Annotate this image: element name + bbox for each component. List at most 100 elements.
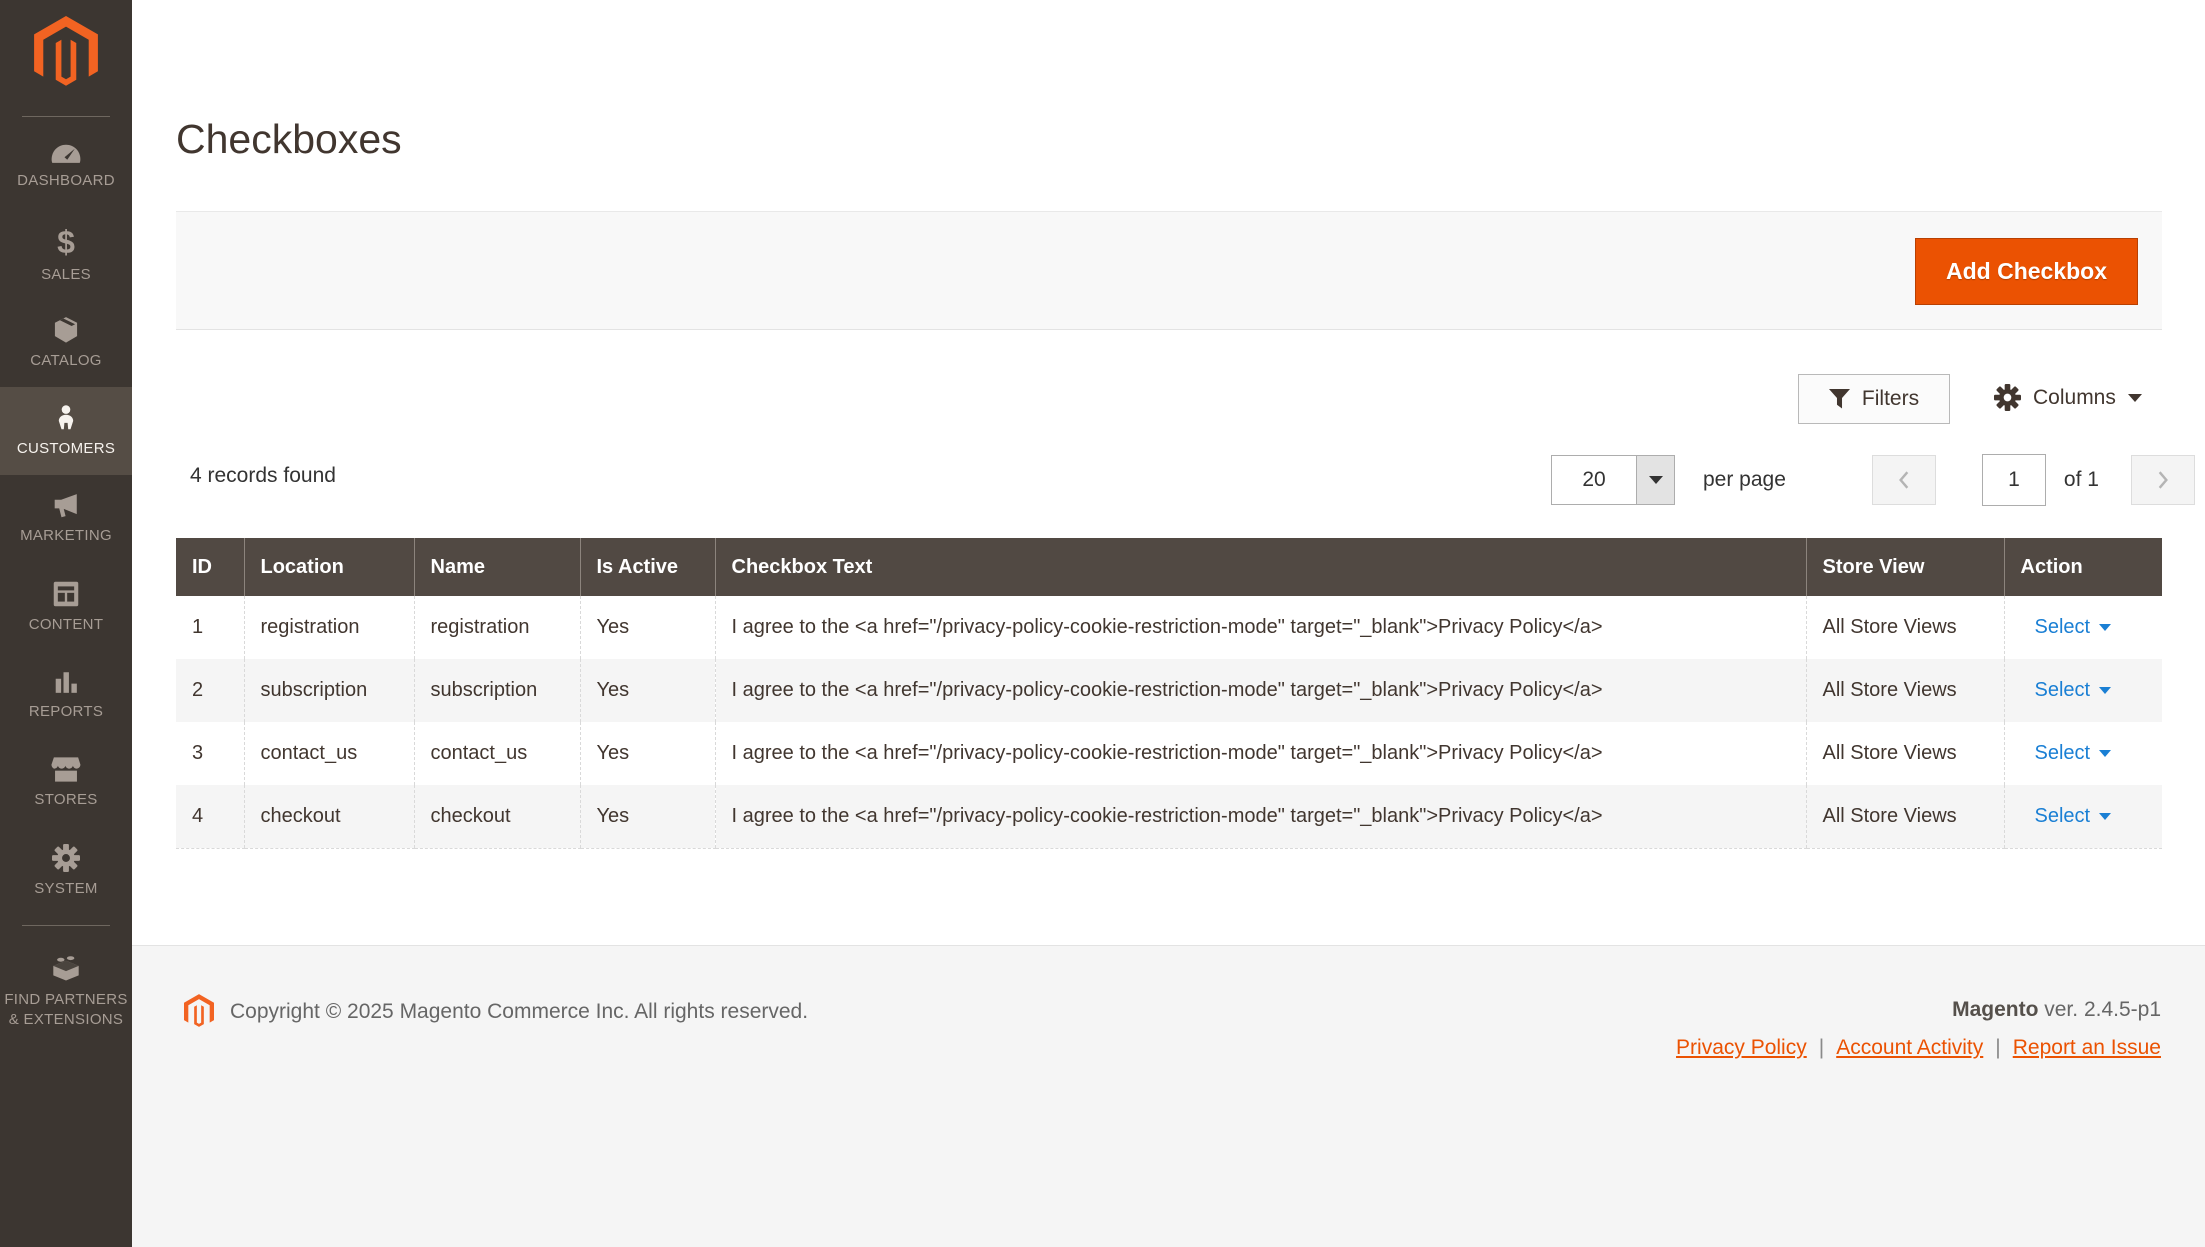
column-header-action[interactable]: Action (2004, 538, 2162, 596)
columns-control-label: Columns (2033, 386, 2116, 410)
row-select-action[interactable]: Select (2021, 679, 2112, 702)
select-action-label: Select (2035, 616, 2091, 639)
cell-action: Select (2004, 785, 2162, 848)
next-page-button[interactable] (2131, 455, 2195, 505)
cell-id: 3 (176, 722, 244, 785)
select-action-label: Select (2035, 742, 2091, 765)
row-select-action[interactable]: Select (2021, 805, 2112, 828)
per-page-value: 20 (1552, 456, 1636, 504)
row-select-action[interactable]: Select (2021, 742, 2112, 765)
page-title: Checkboxes (176, 116, 402, 163)
per-page-label: per page (1703, 468, 1786, 492)
chevron-down-icon (2099, 687, 2111, 694)
column-header-id[interactable]: ID (176, 538, 244, 596)
row-select-action[interactable]: Select (2021, 616, 2112, 639)
filter-funnel-icon (1829, 389, 1850, 409)
pagination: 20 per page of 1 (1551, 455, 2195, 505)
sidebar-item-marketing[interactable]: MARKETING (0, 475, 132, 563)
sidebar-menu: DASHBOARD $ SALES CATALOG CUSTOMERS (0, 123, 132, 1048)
records-found-text: 4 records found (190, 464, 336, 488)
previous-page-button[interactable] (1872, 455, 1936, 505)
chevron-left-icon (1897, 470, 1911, 490)
table-row: 2 subscription subscription Yes I agree … (176, 659, 2162, 722)
column-header-name[interactable]: Name (414, 538, 580, 596)
current-page-input[interactable] (1982, 454, 2046, 506)
cell-store-view: All Store Views (1806, 659, 2004, 722)
link-separator: | (1819, 1036, 1824, 1060)
sidebar-item-dashboard[interactable]: DASHBOARD (0, 123, 132, 211)
cell-is-active: Yes (580, 722, 715, 785)
privacy-policy-link[interactable]: Privacy Policy (1676, 1036, 1807, 1060)
column-header-is-active[interactable]: Is Active (580, 538, 715, 596)
magento-admin-page: DASHBOARD $ SALES CATALOG CUSTOMERS (0, 0, 2205, 1247)
cell-location: contact_us (244, 722, 414, 785)
sidebar-item-system[interactable]: SYSTEM (0, 827, 132, 915)
report-an-issue-link[interactable]: Report an Issue (2013, 1036, 2161, 1060)
cell-is-active: Yes (580, 659, 715, 722)
sidebar-item-content[interactable]: CONTENT (0, 563, 132, 651)
select-action-label: Select (2035, 679, 2091, 702)
storefront-icon (51, 756, 81, 783)
cell-store-view: All Store Views (1806, 596, 2004, 659)
sidebar-item-customers[interactable]: CUSTOMERS (0, 387, 132, 475)
sidebar-item-label: DASHBOARD (13, 171, 119, 191)
cell-name: contact_us (414, 722, 580, 785)
sidebar-item-label: CONTENT (25, 615, 108, 635)
per-page-arrow (1636, 456, 1674, 504)
cell-location: registration (244, 596, 414, 659)
column-header-checkbox-text[interactable]: Checkbox Text (715, 538, 1806, 596)
magento-logo-icon (184, 994, 214, 1029)
cell-action: Select (2004, 596, 2162, 659)
table-row: 4 checkout checkout Yes I agree to the <… (176, 785, 2162, 848)
column-header-location[interactable]: Location (244, 538, 414, 596)
dashboard-icon (51, 143, 81, 164)
cell-action: Select (2004, 659, 2162, 722)
chevron-down-icon (2099, 624, 2111, 631)
cell-checkbox-text: I agree to the <a href="/privacy-policy-… (715, 722, 1806, 785)
sidebar-item-reports[interactable]: REPORTS (0, 651, 132, 739)
cell-id: 4 (176, 785, 244, 848)
columns-control[interactable]: Columns (1994, 384, 2142, 411)
footer-links: Privacy Policy | Account Activity | Repo… (1676, 1036, 2161, 1060)
cell-store-view: All Store Views (1806, 785, 2004, 848)
sidebar-item-sales[interactable]: $ SALES (0, 211, 132, 299)
sidebar-item-stores[interactable]: STORES (0, 739, 132, 827)
cell-id: 1 (176, 596, 244, 659)
footer: Copyright © 2025 Magento Commerce Inc. A… (132, 945, 2205, 1247)
version-brand: Magento (1952, 998, 2038, 1021)
account-activity-link[interactable]: Account Activity (1836, 1036, 1983, 1060)
sidebar-item-find-partners[interactable]: FIND PARTNERS & EXTENSIONS (0, 936, 132, 1048)
magento-logo[interactable] (0, 0, 132, 116)
main-content: Checkboxes Add Checkbox Filters Col (132, 0, 2205, 1247)
sidebar-divider (22, 925, 110, 926)
table-header-row: ID Location Name Is Active Checkbox Text… (176, 538, 2162, 596)
total-pages-label: of 1 (2064, 468, 2099, 492)
sidebar-item-label: REPORTS (25, 702, 107, 722)
brick-icon (51, 955, 81, 983)
cell-store-view: All Store Views (1806, 722, 2004, 785)
copyright-text: Copyright © 2025 Magento Commerce Inc. A… (230, 1000, 808, 1024)
chevron-down-icon (2099, 813, 2111, 820)
chevron-down-icon (2099, 750, 2111, 757)
column-header-store-view[interactable]: Store View (1806, 538, 2004, 596)
cell-location: subscription (244, 659, 414, 722)
table-row: 1 registration registration Yes I agree … (176, 596, 2162, 659)
cell-name: registration (414, 596, 580, 659)
chevron-down-icon (2128, 394, 2142, 402)
add-checkbox-button[interactable]: Add Checkbox (1915, 238, 2138, 305)
per-page-select[interactable]: 20 (1551, 455, 1675, 505)
sidebar-item-label: SYSTEM (30, 879, 101, 899)
link-separator: | (1995, 1036, 2000, 1060)
cell-name: subscription (414, 659, 580, 722)
sidebar-item-label: STORES (30, 790, 101, 810)
cell-is-active: Yes (580, 785, 715, 848)
footer-copyright-block: Copyright © 2025 Magento Commerce Inc. A… (184, 994, 808, 1029)
gear-icon (52, 844, 80, 872)
select-action-label: Select (2035, 805, 2091, 828)
sidebar-item-catalog[interactable]: CATALOG (0, 299, 132, 387)
sidebar-item-label: MARKETING (16, 526, 116, 546)
cell-action: Select (2004, 722, 2162, 785)
gear-icon (1994, 384, 2021, 411)
page-actions-toolbar: Add Checkbox (176, 211, 2162, 330)
filters-button[interactable]: Filters (1798, 374, 1950, 424)
